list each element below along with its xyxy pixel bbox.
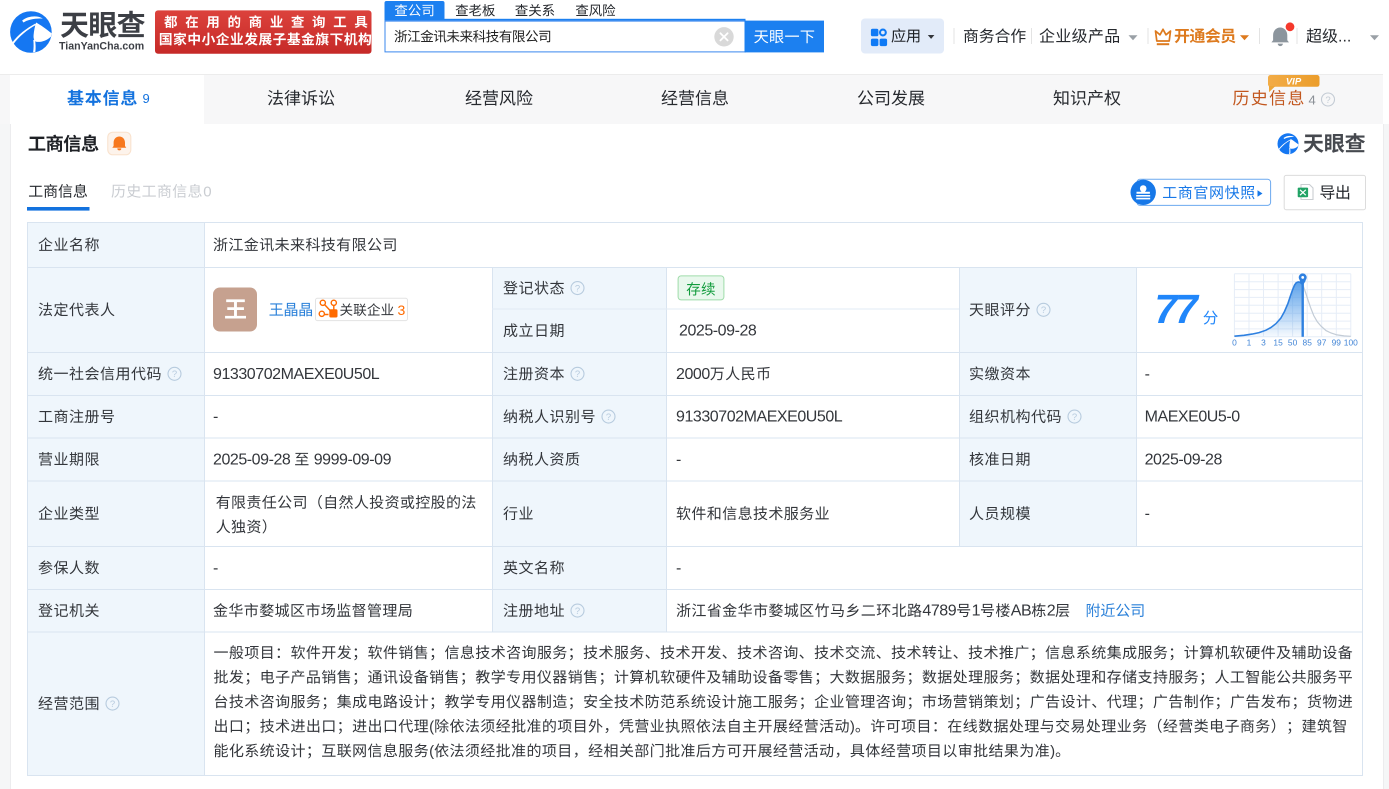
svg-text:?: ? <box>110 699 115 710</box>
svg-text:?: ? <box>172 369 177 380</box>
svg-text:-: - <box>1145 506 1150 523</box>
svg-text:MAEXE0U5-0: MAEXE0U5-0 <box>1145 409 1241 426</box>
svg-text:1: 1 <box>972 603 981 620</box>
svg-text:91330702MAEXE0U50L: 91330702MAEXE0U50L <box>676 409 843 426</box>
svg-text:?: ? <box>575 369 580 380</box>
svg-text:0: 0 <box>1232 337 1237 347</box>
svg-text:): ) <box>850 719 855 736</box>
svg-text:-: - <box>676 451 681 468</box>
svg-text:?: ? <box>1041 305 1046 316</box>
svg-text:91330702MAEXE0U50L: 91330702MAEXE0U50L <box>213 366 380 383</box>
svg-text:99: 99 <box>1332 337 1342 347</box>
svg-text:?: ? <box>1325 95 1330 106</box>
svg-text:2: 2 <box>1047 603 1056 620</box>
svg-text:77: 77 <box>1155 286 1201 332</box>
svg-text:100: 100 <box>1344 337 1358 347</box>
svg-text:(: ( <box>429 719 434 736</box>
svg-text:4789: 4789 <box>922 603 956 620</box>
svg-text:): ) <box>1050 743 1055 760</box>
svg-text:2000: 2000 <box>676 366 710 383</box>
svg-text:3: 3 <box>1261 337 1266 347</box>
svg-text:9: 9 <box>143 91 150 106</box>
svg-text:(: ( <box>429 743 434 760</box>
svg-text:?: ? <box>1072 412 1077 423</box>
svg-text:...: ... <box>1338 29 1351 46</box>
svg-text:50: 50 <box>1288 337 1298 347</box>
svg-text:2025-09-28: 2025-09-28 <box>1145 451 1223 468</box>
svg-text:-: - <box>213 409 218 426</box>
svg-text:VIP: VIP <box>1286 77 1302 88</box>
svg-text:1: 1 <box>1247 337 1252 347</box>
svg-text:-: - <box>676 560 681 577</box>
svg-text:2025-09-28: 2025-09-28 <box>679 323 757 340</box>
svg-text:TianYanCha.com: TianYanCha.com <box>59 40 144 52</box>
svg-text:AB: AB <box>1011 603 1031 620</box>
svg-text:85: 85 <box>1303 337 1313 347</box>
svg-text:4: 4 <box>1309 92 1316 107</box>
svg-text:-: - <box>1145 366 1150 383</box>
svg-text:97: 97 <box>1317 337 1327 347</box>
svg-text:0: 0 <box>203 184 211 201</box>
svg-text:15: 15 <box>1273 337 1283 347</box>
svg-text:-: - <box>213 560 218 577</box>
svg-text:9999-09-09: 9999-09-09 <box>314 451 392 468</box>
svg-text:2025-09-28: 2025-09-28 <box>213 451 291 468</box>
svg-text:?: ? <box>606 412 611 423</box>
svg-text:?: ? <box>575 283 580 294</box>
svg-text:3: 3 <box>398 302 406 318</box>
svg-text:?: ? <box>575 606 580 617</box>
